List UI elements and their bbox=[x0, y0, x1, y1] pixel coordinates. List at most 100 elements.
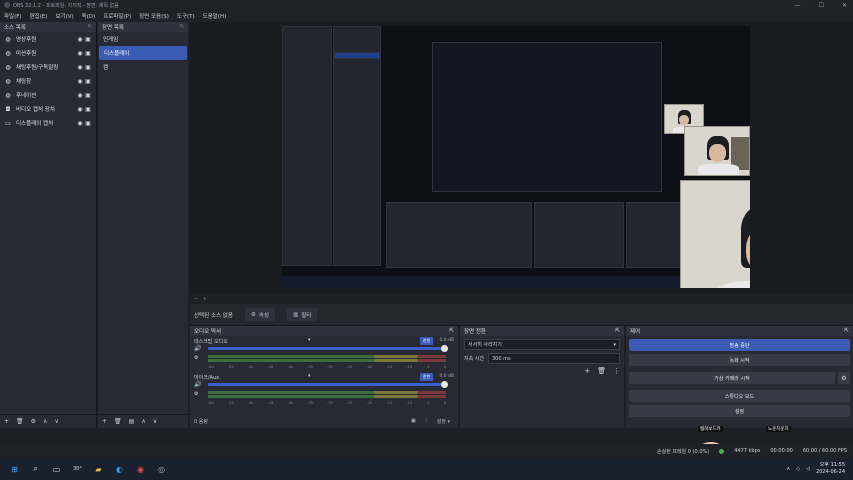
dock-pin-icon[interactable]: ⇱ bbox=[615, 328, 620, 334]
lock-icon[interactable]: ▣ bbox=[84, 64, 92, 71]
track-dropdown-icon[interactable]: ▾ bbox=[308, 337, 311, 343]
more-options-icon[interactable]: ⋮ bbox=[424, 418, 429, 424]
menu-help[interactable]: 도움말(H) bbox=[203, 12, 227, 20]
source-item[interactable]: ◘ 비디오 캡처 장치 ◉ ▣ bbox=[0, 102, 96, 116]
tray-chevron-icon[interactable]: ∧ bbox=[787, 466, 791, 472]
track-monitor-badge[interactable]: 한번 bbox=[420, 373, 434, 381]
transition-select[interactable]: 서서히 사라지기 ▾ bbox=[464, 339, 620, 350]
menu-file[interactable]: 파일(F) bbox=[4, 12, 22, 20]
source-properties-gear-icon[interactable]: ⚙ bbox=[31, 418, 36, 425]
eye-icon[interactable]: ◉ bbox=[76, 64, 84, 71]
scene-filter-icon[interactable]: ▤ bbox=[129, 418, 135, 425]
clock[interactable]: 오후 11:55 2024-06-24 bbox=[816, 462, 845, 476]
volume-slider[interactable] bbox=[208, 345, 448, 352]
move-down-button[interactable]: ∨ bbox=[153, 418, 157, 425]
volume-icon[interactable]: 🔊 bbox=[194, 381, 201, 388]
source-item[interactable]: ◍ 채팅후원/구독알림 ◉ ▣ bbox=[0, 60, 96, 74]
eye-icon[interactable]: ◉ bbox=[76, 78, 84, 85]
remove-source-button[interactable]: 🗑 bbox=[16, 418, 24, 425]
dock-pin-icon[interactable]: ⇱ bbox=[844, 328, 849, 334]
eye-icon[interactable]: ◉ bbox=[76, 50, 84, 57]
add-source-button[interactable]: + bbox=[4, 418, 9, 425]
system-tray: ∧ ◇ ◁ 오후 11:55 2024-06-24 bbox=[787, 462, 853, 476]
weather-widget-icon[interactable]: 30° bbox=[71, 463, 84, 476]
virtual-camera-gear-icon[interactable]: ⚙ bbox=[838, 372, 850, 384]
menu-view[interactable]: 보기(V) bbox=[55, 12, 73, 20]
obs-taskbar-icon[interactable]: ◎ bbox=[155, 463, 168, 476]
search-icon[interactable]: ⌕ bbox=[29, 463, 42, 476]
source-label: 영상후원 bbox=[16, 37, 37, 43]
mixer-settings-button[interactable]: 설정 ▾ bbox=[437, 418, 450, 425]
volume-slider[interactable] bbox=[208, 381, 448, 388]
source-label: 디스플레이 캡처 bbox=[16, 121, 54, 127]
advanced-audio-icon[interactable]: ▣ bbox=[411, 418, 416, 424]
lock-icon[interactable]: ▣ bbox=[84, 92, 92, 99]
lock-icon[interactable]: ▣ bbox=[84, 106, 92, 113]
file-explorer-icon[interactable]: ▰ bbox=[92, 463, 105, 476]
move-up-button[interactable]: ∧ bbox=[141, 418, 145, 425]
eye-icon[interactable]: ◉ bbox=[76, 36, 84, 43]
menu-docks[interactable]: 독(D) bbox=[82, 12, 96, 20]
source-item[interactable]: ◍ 채팅창 ◉ ▣ bbox=[0, 74, 96, 88]
eye-icon[interactable]: ◉ bbox=[76, 92, 84, 99]
zoom-plus-button[interactable]: + bbox=[203, 297, 207, 302]
more-options-icon[interactable]: ⋮ bbox=[613, 367, 620, 375]
track-settings-gear-icon[interactable]: ⚙ bbox=[194, 355, 198, 361]
properties-button[interactable]: ⚙ 속성 bbox=[244, 308, 275, 321]
track-settings-gear-icon[interactable]: ⚙ bbox=[194, 391, 198, 397]
source-item[interactable]: ▭ 디스플레이 캡처 ◉ ▣ bbox=[0, 116, 96, 130]
track-dropdown-icon[interactable]: ▾ bbox=[308, 373, 311, 379]
settings-button[interactable]: 설정 bbox=[629, 405, 850, 417]
chrome-icon[interactable]: ◉ bbox=[134, 463, 147, 476]
close-button[interactable]: ✕ bbox=[842, 2, 847, 9]
lock-icon[interactable]: ▣ bbox=[84, 78, 92, 85]
remove-scene-button[interactable]: 🗑 bbox=[114, 418, 122, 425]
scene-item-active[interactable]: 디스플레이 bbox=[99, 46, 187, 60]
move-down-button[interactable]: ∨ bbox=[54, 418, 58, 425]
meter-scale: -60 -55 -50 -45 -40 -35 -30 -25 -20 -15 -10 -5 0 bbox=[208, 401, 446, 405]
lock-icon[interactable]: ▣ bbox=[84, 120, 92, 127]
track-monitor-badge[interactable]: 한번 bbox=[420, 337, 434, 345]
duration-label: 지속 시간 bbox=[464, 356, 484, 362]
meter-tick-label: 0 bbox=[443, 401, 446, 405]
volume-tray-icon[interactable]: ◁ bbox=[806, 466, 810, 472]
dock-pin-icon[interactable]: ⇱ bbox=[180, 24, 184, 30]
move-up-button[interactable]: ∧ bbox=[43, 418, 47, 425]
nested-active-scene bbox=[334, 52, 380, 59]
windows-start-icon[interactable]: ⊞ bbox=[8, 463, 21, 476]
dock-pin-icon[interactable]: ⇱ bbox=[449, 328, 454, 334]
task-view-icon[interactable]: ▭ bbox=[50, 463, 63, 476]
edge-browser-icon[interactable]: ◐ bbox=[113, 463, 126, 476]
zoom-minus-button[interactable]: − bbox=[194, 297, 198, 302]
remove-transition-button[interactable]: 🗑 bbox=[597, 367, 606, 375]
start-recording-button[interactable]: 녹화 시작 bbox=[629, 354, 850, 366]
eye-icon[interactable]: ◉ bbox=[76, 120, 84, 127]
minimize-button[interactable]: — bbox=[795, 2, 801, 9]
stop-streaming-button[interactable]: 방송 중단 bbox=[629, 339, 850, 351]
preview-canvas[interactable] bbox=[282, 26, 750, 288]
preview-area[interactable] bbox=[190, 22, 853, 294]
menu-edit[interactable]: 편집(E) bbox=[30, 12, 48, 20]
menu-tools[interactable]: 도구(T) bbox=[177, 12, 195, 20]
scene-item[interactable]: 인게임 bbox=[98, 32, 188, 46]
volume-icon[interactable]: 🔊 bbox=[194, 345, 201, 352]
network-icon[interactable]: ◇ bbox=[796, 466, 800, 472]
menu-scene-collection[interactable]: 장면 모음(S) bbox=[139, 12, 169, 20]
eye-icon[interactable]: ◉ bbox=[76, 106, 84, 113]
menu-profile[interactable]: 프로파일(P) bbox=[103, 12, 131, 20]
source-item[interactable]: ◍ 미션후원 ◉ ▣ bbox=[0, 46, 96, 60]
lock-icon[interactable]: ▣ bbox=[84, 50, 92, 57]
add-scene-button[interactable]: + bbox=[102, 418, 107, 425]
duration-spinbox[interactable]: 300 ms bbox=[488, 353, 620, 364]
source-item[interactable]: ◍ 후네이션 ◉ ▣ bbox=[0, 88, 96, 102]
maximize-button[interactable]: ☐ bbox=[819, 2, 824, 9]
studio-mode-button[interactable]: 스튜디오 모드 bbox=[629, 390, 850, 402]
dock-pin-icon[interactable]: ⇱ bbox=[88, 24, 92, 30]
gear-icon: ⚙ bbox=[250, 311, 256, 318]
scene-item[interactable]: 캠 bbox=[98, 60, 188, 74]
source-item[interactable]: ◍ 영상후원 ◉ ▣ bbox=[0, 32, 96, 46]
filters-button[interactable]: ▥ 필터 bbox=[286, 308, 318, 321]
lock-icon[interactable]: ▣ bbox=[84, 36, 92, 43]
add-transition-button[interactable]: + bbox=[584, 367, 590, 375]
start-virtual-camera-button[interactable]: 가상 카메라 시작 bbox=[629, 372, 835, 384]
